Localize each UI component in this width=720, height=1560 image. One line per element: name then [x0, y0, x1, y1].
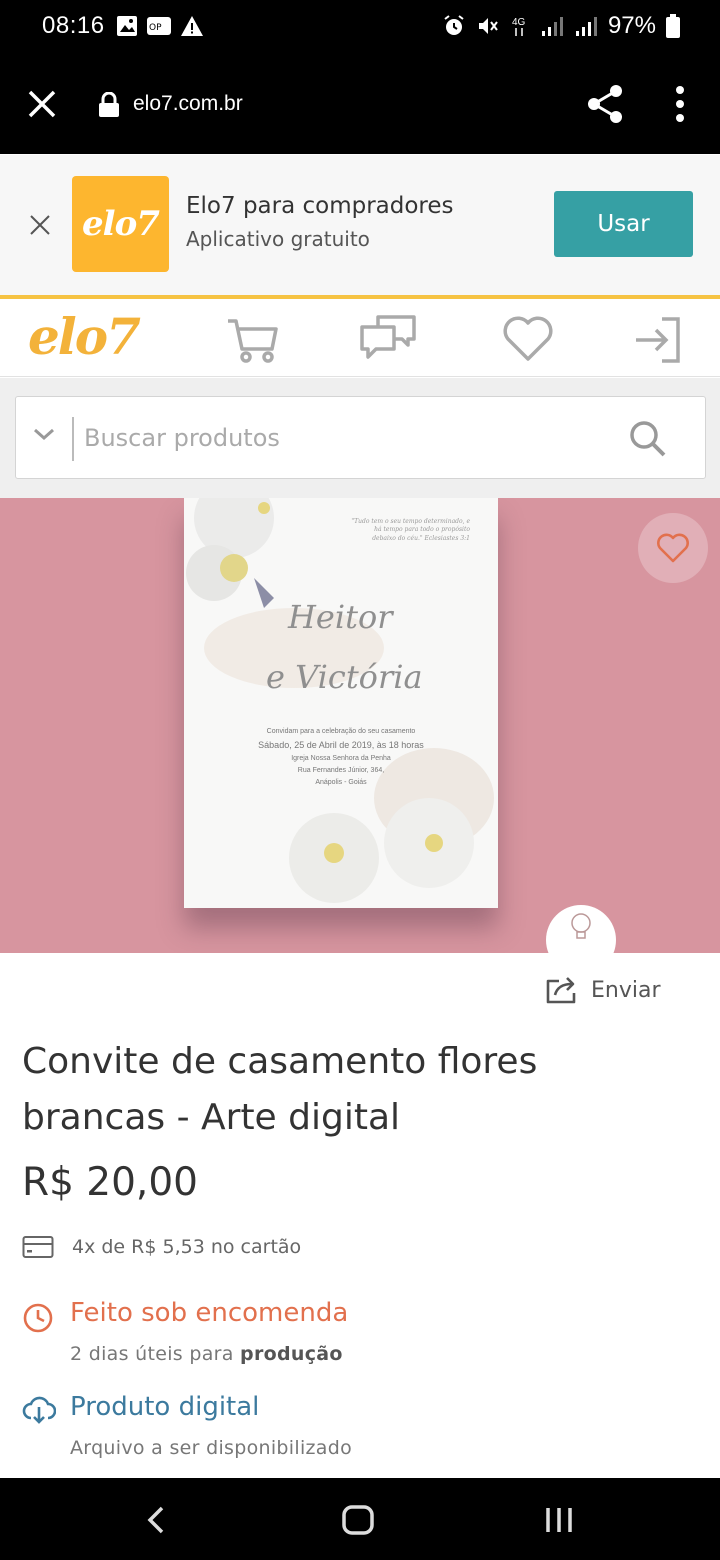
dismiss-banner-icon[interactable] [28, 213, 52, 237]
signal-icon-2 [575, 17, 597, 36]
invitation-card: "Tudo tem o seu tempo determinado, e há … [184, 498, 498, 908]
favorite-button[interactable] [638, 513, 708, 583]
site-logo[interactable]: elo7 [28, 307, 141, 366]
product-title: Convite de casamento flores brancas - Ar… [22, 1041, 538, 1138]
production-time: 2 dias úteis para produção [70, 1343, 343, 1365]
back-icon[interactable] [144, 1502, 168, 1538]
system-icons: 4G 97% [442, 12, 680, 40]
lock-icon [99, 92, 119, 117]
home-icon[interactable] [340, 1502, 376, 1538]
lightbulb-icon [571, 913, 591, 939]
svg-text:OP: OP [149, 23, 162, 33]
card-name-1: Heitor [288, 598, 393, 636]
card-line-1: Convidam para a celebração do seu casame… [266, 728, 416, 735]
send-label: Enviar [591, 977, 661, 1003]
product-image[interactable]: "Tudo tem o seu tempo determinado, e há … [0, 498, 720, 953]
production-bold: produção [240, 1343, 343, 1365]
app-banner-title: Elo7 para compradores [186, 193, 454, 219]
warning-icon [181, 16, 203, 36]
search-divider [72, 417, 74, 461]
notification-icons: OP [116, 15, 204, 37]
search-box [15, 396, 706, 479]
status-bar: 08:16 OP 4G 97% [0, 0, 720, 54]
close-tab-icon[interactable] [26, 88, 58, 120]
messages-icon[interactable] [358, 315, 418, 363]
credit-card-icon [22, 1236, 54, 1258]
flower-decoration-top [186, 498, 494, 903]
made-to-order-title: Feito sob encomenda [70, 1298, 349, 1328]
send-button[interactable]: Enviar [545, 975, 661, 1005]
card-line-3: Igreja Nossa Senhora da Penha [291, 755, 391, 763]
installments-text: 4x de R$ 5,53 no cartão [72, 1236, 302, 1258]
heart-icon [657, 533, 689, 563]
signal-icon [541, 17, 563, 36]
url-text[interactable]: elo7.com.br [133, 92, 243, 116]
card-details: Convidam para a celebração do seu casame… [184, 726, 498, 789]
chevron-down-icon[interactable] [32, 425, 56, 443]
digital-product-desc: Arquivo a ser disponibilizado [70, 1437, 353, 1459]
system-nav-bar [0, 1478, 720, 1560]
cart-icon[interactable] [226, 315, 280, 365]
search-icon[interactable] [628, 419, 668, 459]
alarm-icon [444, 15, 464, 35]
share-icon[interactable] [586, 84, 624, 124]
app-banner-subtitle: Aplicativo gratuito [186, 227, 370, 251]
app-install-banner: elo7 Elo7 para compradores Aplicativo gr… [0, 155, 720, 295]
network-4g-icon: 4G [512, 17, 526, 36]
voicemail-notification-icon: OP [147, 17, 171, 35]
store-avatar[interactable] [546, 905, 616, 953]
card-line-5: Anápolis - Goiás [315, 778, 367, 786]
search-input[interactable] [84, 415, 604, 461]
browser-toolbar: elo7.com.br [0, 54, 720, 154]
production-prefix: 2 dias úteis para [70, 1343, 241, 1365]
login-icon[interactable] [634, 315, 684, 365]
battery-percent: 97% [607, 12, 656, 39]
card-quote: "Tudo tem o seu tempo determinado, e há … [351, 518, 470, 542]
card-line-4: Rua Fernandes Júnior, 364, [297, 767, 385, 775]
search-area [0, 378, 720, 498]
card-line-2: Sábado, 25 de Abril de 2019, às 18 horas [258, 739, 424, 750]
use-app-button[interactable]: Usar [554, 191, 693, 257]
digital-product-title: Produto digital [70, 1392, 260, 1422]
favorites-heart-icon[interactable] [502, 315, 554, 363]
svg-text:4G: 4G [512, 17, 526, 28]
app-logo: elo7 [72, 176, 169, 272]
status-time: 08:16 [42, 12, 105, 39]
battery-icon [666, 14, 680, 38]
clock-icon [23, 1303, 53, 1333]
cloud-download-icon [22, 1396, 56, 1424]
installments-row: 4x de R$ 5,53 no cartão [22, 1235, 301, 1259]
share-external-icon [546, 977, 576, 1004]
card-name-2: e Victória [266, 658, 423, 696]
site-header: elo7 [0, 295, 720, 377]
more-options-icon[interactable] [666, 84, 694, 124]
product-price: R$ 20,00 [22, 1160, 198, 1205]
recent-apps-icon[interactable] [542, 1502, 576, 1538]
image-notification-icon [117, 16, 137, 36]
mute-icon [478, 18, 498, 34]
